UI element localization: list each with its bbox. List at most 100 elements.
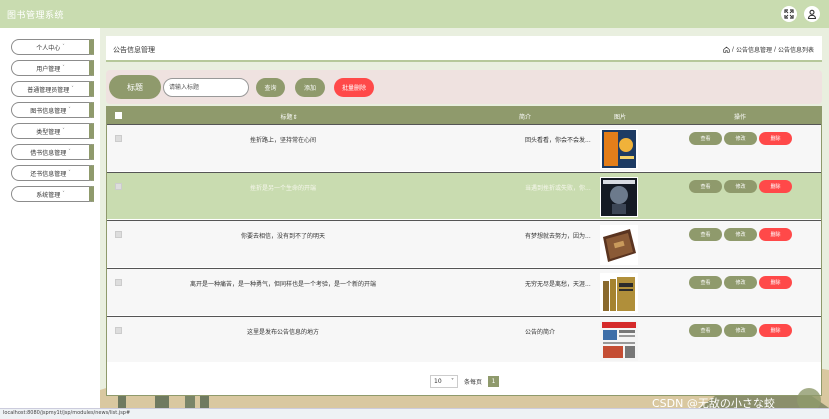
sidebar-item-label: 普通管理员管理 — [27, 86, 70, 94]
view-button[interactable]: 查看 — [689, 276, 722, 289]
breadcrumb-item: 公告信息列表 — [777, 47, 814, 54]
column-header-brief: 简介 — [518, 114, 532, 121]
pagination: 10 ˅ 条每页 1 — [430, 375, 500, 388]
book-cover-image — [600, 225, 638, 265]
table-row[interactable]: 挫折是另一个生命的开端 当遇到挫折或失败，你... 查看 修改 删除 — [107, 172, 821, 219]
sidebar-item-label: 系统管理 — [36, 191, 61, 199]
select-all-checkbox[interactable] — [115, 112, 122, 119]
row-title: 挫折是另一个生命的开端 — [249, 185, 316, 192]
sidebar-item-return[interactable]: 还书信息管理 ˅ — [11, 165, 94, 181]
chevron-down-icon: ˅ — [71, 86, 74, 92]
row-checkbox[interactable] — [115, 327, 122, 334]
status-url: localhost:8080/jspmy1t/jsp/modules/news/… — [3, 410, 131, 416]
data-table: 标题⇕ 简介 图片 操作 挫折路上，坚持常在心间 回头看看，你会不会发... 查… — [106, 106, 822, 396]
row-title: 你要去相信，没有到不了的明天 — [240, 233, 325, 240]
search-bar: 标题 查询 添加 批量删除 — [106, 70, 822, 104]
user-icon[interactable] — [804, 6, 820, 22]
row-brief: 回头看看，你会不会发... — [525, 137, 591, 144]
edit-button[interactable]: 修改 — [724, 276, 757, 289]
breadcrumb-separator: / — [731, 46, 734, 53]
row-brief: 公告的简介 — [525, 329, 556, 336]
delete-button[interactable]: 删除 — [759, 228, 792, 241]
row-title: 离开是一种痛苦，是一种勇气，但同样也是一个考验，是一个新的开端 — [189, 281, 376, 288]
sidebar: 个人中心 ˅ 用户管理 ˅ 普通管理员管理 ˅ 图书信息管理 ˅ 类型管理 ˅ 借书信息管… — [0, 28, 100, 408]
column-label: 标题 — [280, 114, 293, 121]
app-title: 图书管理系统 — [7, 11, 65, 21]
delete-button[interactable]: 删除 — [759, 276, 792, 289]
sidebar-item-label: 类型管理 — [36, 128, 61, 136]
table-row[interactable]: 这里是发布公告信息的地方 公告的简介 查看 修改 删除 — [107, 316, 821, 362]
sidebar-item-label: 图书信息管理 — [30, 107, 67, 115]
batch-delete-button[interactable]: 批量删除 — [334, 78, 374, 97]
row-checkbox[interactable] — [115, 231, 122, 238]
table-row[interactable]: 你要去相信，没有到不了的明天 有梦想就去努力，因为... 查看 修改 删除 — [107, 220, 821, 267]
chevron-down-icon: ˅ — [62, 65, 65, 71]
table-row[interactable]: 离开是一种痛苦，是一种勇气，但同样也是一个考验，是一个新的开端 无穷无尽是离愁，… — [107, 268, 821, 315]
expand-icon[interactable] — [781, 6, 797, 22]
chevron-down-icon: ˅ — [62, 128, 65, 134]
book-cover-image — [600, 129, 638, 169]
search-label: 标题 — [109, 75, 161, 99]
book-cover-image — [600, 273, 638, 313]
newspaper-image — [600, 321, 638, 361]
column-header-actions: 操作 — [733, 114, 747, 121]
sidebar-item-admins[interactable]: 普通管理员管理 ˅ — [11, 81, 94, 97]
delete-button[interactable]: 删除 — [759, 132, 792, 145]
chevron-down-icon: ˅ — [451, 378, 454, 385]
view-button[interactable]: 查看 — [689, 324, 722, 337]
sidebar-item-borrow[interactable]: 借书信息管理 ˅ — [11, 144, 94, 160]
row-title: 这里是发布公告信息的地方 — [246, 329, 319, 336]
sidebar-item-label: 个人中心 — [36, 44, 61, 52]
home-icon[interactable] — [723, 46, 730, 53]
sidebar-item-label: 用户管理 — [36, 65, 61, 73]
delete-button[interactable]: 删除 — [759, 180, 792, 193]
page-title: 公告信息管理 — [113, 46, 155, 54]
row-checkbox[interactable] — [115, 279, 122, 286]
breadcrumb-item[interactable]: 公告信息管理 — [736, 45, 772, 54]
book-cover-image — [600, 177, 638, 217]
sidebar-item-types[interactable]: 类型管理 ˅ — [11, 123, 94, 139]
view-button[interactable]: 查看 — [689, 180, 722, 193]
chevron-down-icon: ˅ — [62, 191, 65, 197]
column-header-image: 图片 — [613, 114, 627, 121]
page-size-value: 10 — [434, 378, 442, 385]
main-content: 公告信息管理 / 公告信息管理 / 公告信息列表 标题 查询 添加 批量删除 标… — [100, 28, 829, 408]
row-checkbox[interactable] — [115, 183, 122, 190]
edit-button[interactable]: 修改 — [724, 132, 757, 145]
search-input[interactable] — [163, 78, 249, 97]
view-button[interactable]: 查看 — [689, 132, 722, 145]
page-size-select[interactable]: 10 ˅ — [430, 375, 458, 388]
delete-button[interactable]: 删除 — [759, 324, 792, 337]
sidebar-item-books[interactable]: 图书信息管理 ˅ — [11, 102, 94, 118]
edit-button[interactable]: 修改 — [724, 324, 757, 337]
chevron-down-icon: ˅ — [68, 107, 71, 113]
breadcrumb-separator: / — [773, 46, 776, 53]
table-header: 标题⇕ 简介 图片 操作 — [107, 107, 821, 124]
page-button-current[interactable]: 1 — [488, 376, 500, 387]
chevron-down-icon: ˅ — [62, 44, 65, 50]
add-button[interactable]: 添加 — [295, 78, 325, 97]
row-title: 挫折路上，坚持常在心间 — [249, 137, 316, 144]
edit-button[interactable]: 修改 — [724, 180, 757, 193]
sidebar-item-personal-center[interactable]: 个人中心 ˅ — [11, 39, 94, 55]
breadcrumb: / 公告信息管理 / 公告信息列表 — [723, 45, 814, 54]
top-bar: 图书管理系统 — [0, 0, 829, 28]
sidebar-item-users[interactable]: 用户管理 ˅ — [11, 60, 94, 76]
per-page-label: 条每页 — [464, 379, 483, 386]
view-button[interactable]: 查看 — [689, 228, 722, 241]
table-row[interactable]: 挫折路上，坚持常在心间 回头看看，你会不会发... 查看 修改 删除 — [107, 124, 821, 171]
row-brief: 当遇到挫折或失败，你... — [525, 185, 591, 192]
chevron-down-icon: ˅ — [68, 149, 71, 155]
row-checkbox[interactable] — [115, 135, 122, 142]
sort-icon: ⇕ — [292, 114, 298, 121]
page-header: 公告信息管理 / 公告信息管理 / 公告信息列表 — [106, 36, 822, 62]
browser-status-bar: localhost:8080/jspmy1t/jsp/modules/news/… — [0, 408, 829, 419]
edit-button[interactable]: 修改 — [724, 228, 757, 241]
row-brief: 有梦想就去努力，因为... — [525, 233, 591, 240]
sidebar-item-system[interactable]: 系统管理 ˅ — [11, 186, 94, 202]
sidebar-item-label: 借书信息管理 — [30, 149, 67, 157]
sidebar-item-label: 还书信息管理 — [30, 170, 67, 178]
column-header-title[interactable]: 标题⇕ — [280, 112, 297, 121]
query-button[interactable]: 查询 — [256, 78, 285, 97]
chevron-down-icon: ˅ — [68, 170, 71, 176]
